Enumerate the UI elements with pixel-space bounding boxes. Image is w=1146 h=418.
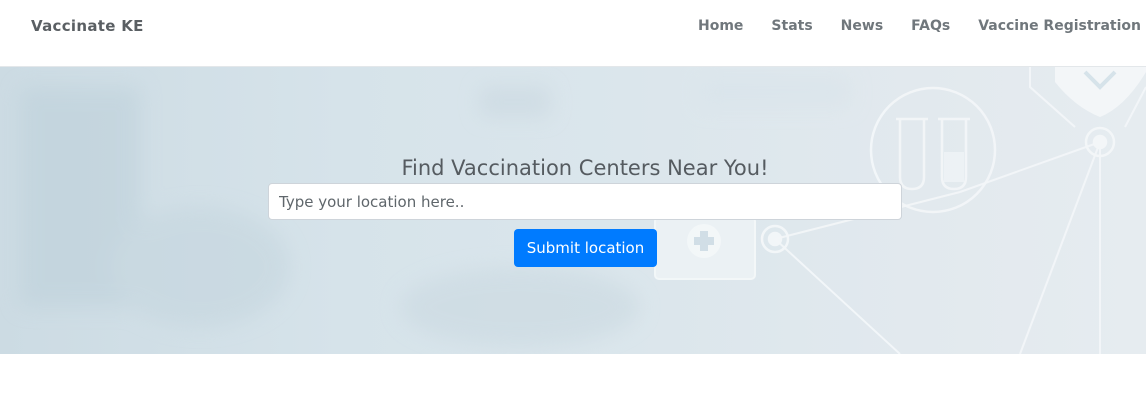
hero-section: Find Vaccination Centers Near You! Submi… xyxy=(0,67,1146,354)
page-content-area xyxy=(0,354,1146,418)
shield-icon xyxy=(1055,67,1146,117)
nav-link-vaccine-registration[interactable]: Vaccine Registration xyxy=(978,18,1141,34)
nav-links: Home Stats News FAQs Vaccine Registratio… xyxy=(670,18,1141,34)
top-navbar: Vaccinate KE Home Stats News FAQs Vaccin… xyxy=(0,0,1146,67)
nav-link-faqs[interactable]: FAQs xyxy=(911,18,950,34)
brand-logo[interactable]: Vaccinate KE xyxy=(31,17,144,35)
nav-link-home[interactable]: Home xyxy=(698,18,743,34)
submit-location-button[interactable]: Submit location xyxy=(514,229,657,267)
nav-link-news[interactable]: News xyxy=(841,18,883,34)
nav-link-stats[interactable]: Stats xyxy=(771,18,812,34)
first-aid-kit-icon xyxy=(654,216,756,280)
location-search-input[interactable] xyxy=(268,183,902,220)
hero-title: Find Vaccination Centers Near You! xyxy=(401,156,769,180)
